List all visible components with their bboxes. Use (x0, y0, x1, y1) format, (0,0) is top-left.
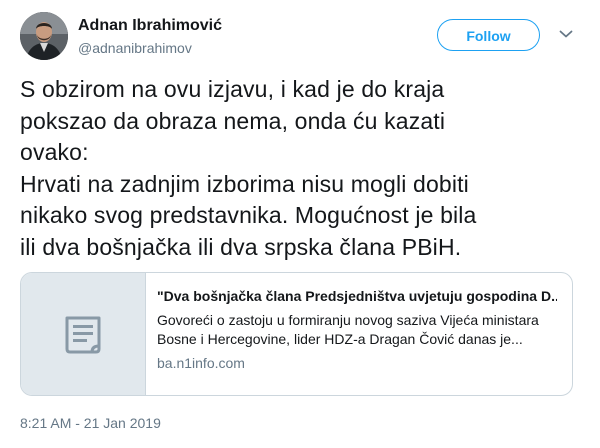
card-body: "Dva bošnjačka člana Predsjedništva uvje… (157, 287, 557, 373)
avatar[interactable] (20, 12, 68, 60)
document-icon (65, 316, 101, 354)
card-description-line: Govoreći o zastoju u formiranju novog sa… (157, 312, 539, 328)
tweet: Adnan Ibrahimović @adnanibrahimov Follow… (0, 0, 600, 448)
card-description: Govoreći o zastoju u formiranju novog sa… (157, 311, 557, 349)
card-domain: ba.n1info.com (157, 355, 245, 371)
tweet-text-line: nikako svog predstavnika. Mogućnost je b… (20, 202, 477, 228)
author-name[interactable]: Adnan Ibrahimović (78, 16, 222, 36)
tweet-text-line: ili dva bošnjačka ili dva srpska člana P… (20, 233, 462, 260)
avatar-image (20, 12, 68, 60)
follow-button[interactable]: Follow (437, 19, 540, 51)
link-card[interactable]: "Dva bošnjačka člana Predsjedništva uvje… (20, 272, 573, 396)
chevron-down-icon[interactable] (559, 29, 573, 39)
card-title[interactable]: "Dva bošnjačka člana Predsjedništva uvje… (157, 287, 557, 306)
card-description-line: Bosne i Hercegovine, lider HDZ-a Dragan … (157, 331, 523, 347)
tweet-text: S obzirom na ovu izjavu, i kad je do kra… (20, 74, 590, 263)
tweet-timestamp[interactable]: 8:21 AM - 21 Jan 2019 (20, 414, 161, 432)
tweet-text-line: ovako: (20, 139, 89, 165)
author-info[interactable]: Adnan Ibrahimović @adnanibrahimov (78, 16, 222, 57)
tweet-text-line: pokszao da obraza nema, onda ću kazati (20, 107, 446, 134)
author-handle[interactable]: @adnanibrahimov (78, 39, 222, 57)
tweet-text-line: S obzirom na ovu izjavu, i kad je do kra… (20, 76, 445, 102)
tweet-text-line: Hrvati na zadnjim izborima nisu mogli do… (20, 170, 469, 197)
card-media (21, 273, 146, 395)
